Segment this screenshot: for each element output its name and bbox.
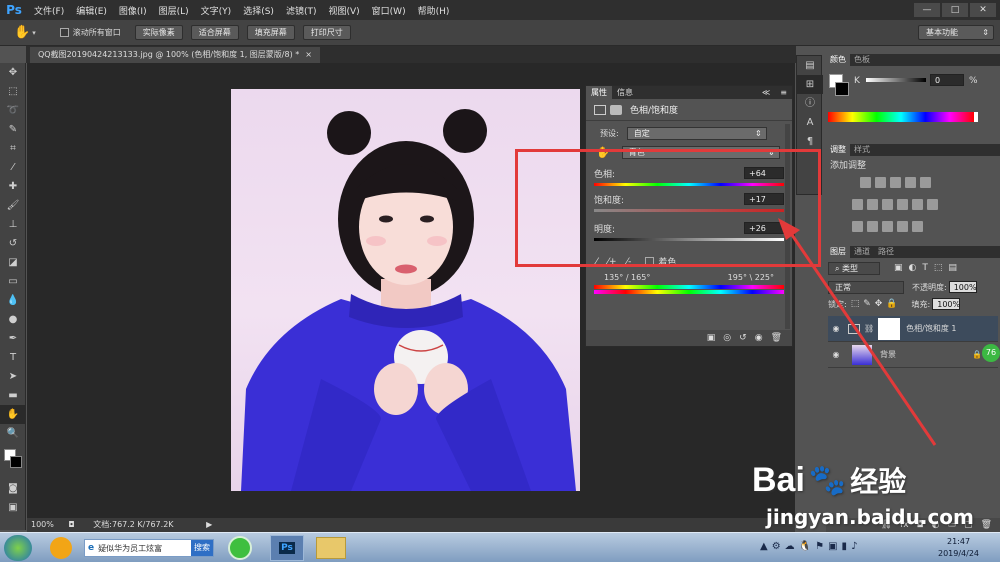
windows-taskbar: e 疑似华为员工炫富 搜索 Ps ▲ ⚙ ☁ 🐧 ⚑ ▣ ▮ ♪ 21:47 2… xyxy=(0,532,1000,562)
taskbar-search-button[interactable]: 搜索 xyxy=(191,540,213,556)
taskbar-app-icon[interactable] xyxy=(50,537,72,559)
start-button[interactable] xyxy=(4,535,32,561)
volume-icon[interactable]: ♪ xyxy=(851,541,857,552)
taskbar-search-text[interactable]: 疑似华为员工炫富 xyxy=(98,543,162,554)
tray-icon[interactable]: ☁ xyxy=(785,541,795,552)
taskbar-explorer-icon[interactable] xyxy=(316,537,346,559)
baidu-brand-text: Bai xyxy=(752,460,805,499)
browser-e-icon: e xyxy=(88,543,95,553)
tray-icon[interactable]: 🐧 xyxy=(799,541,811,552)
tray-icon[interactable]: ⚙ xyxy=(772,541,781,552)
clock-date: 2019/4/24 xyxy=(938,549,980,558)
baidu-jingyan-text: 经验 xyxy=(850,465,907,498)
network-icon[interactable]: ▮ xyxy=(842,541,848,552)
photoshop-taskbar-logo: Ps xyxy=(279,542,295,554)
tray-icon[interactable]: ▣ xyxy=(828,541,837,552)
tray-icon[interactable]: ⚑ xyxy=(815,541,824,552)
clock[interactable]: 21:47 2019/4/24 xyxy=(938,536,979,560)
baidu-url: jingyan.baidu.com xyxy=(766,505,974,529)
tray-arrow-icon[interactable]: ▲ xyxy=(760,541,768,552)
taskbar-photoshop-icon[interactable]: Ps xyxy=(270,535,304,561)
clock-time: 21:47 xyxy=(946,537,971,546)
baidu-paw-icon: 🐾 xyxy=(808,462,847,498)
taskbar-search-box[interactable]: e 疑似华为员工炫富 搜索 xyxy=(84,539,214,557)
taskbar-browser-icon[interactable] xyxy=(228,536,252,560)
system-tray: ▲ ⚙ ☁ 🐧 ⚑ ▣ ▮ ♪ xyxy=(760,541,857,552)
baidu-watermark: Bai 🐾 经验 jingyan.baidu.com xyxy=(740,455,1000,535)
